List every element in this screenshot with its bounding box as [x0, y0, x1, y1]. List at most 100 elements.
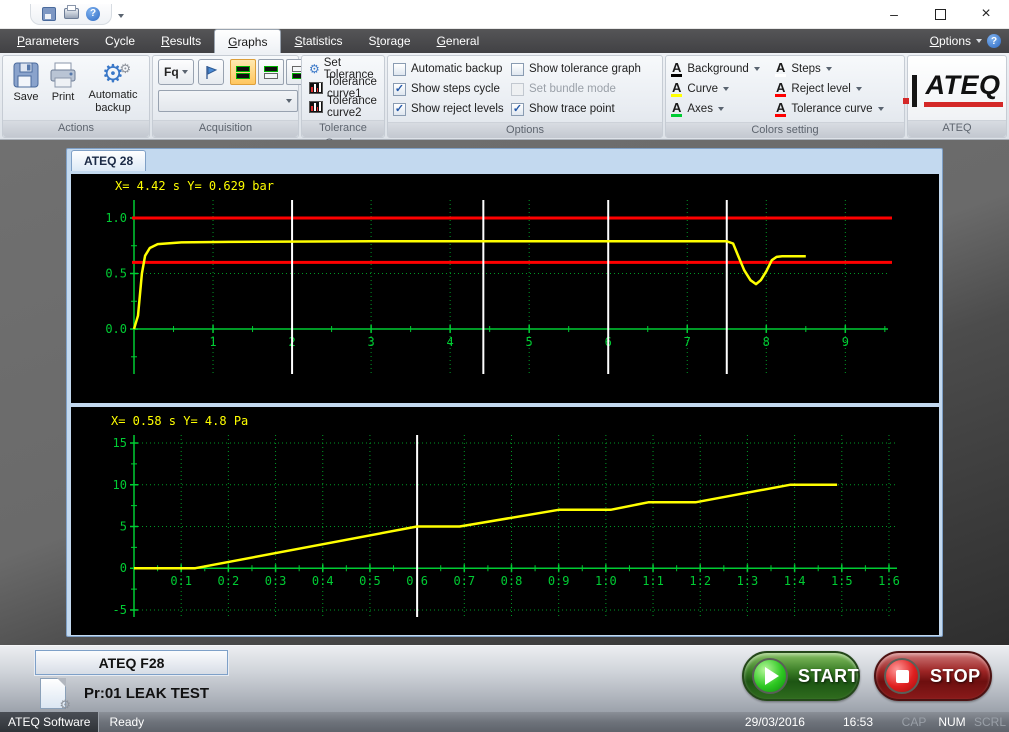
color-setting-tolerance-curve[interactable]: ATolerance curve [775, 101, 901, 118]
tab-cycle[interactable]: Cycle [92, 29, 148, 53]
group-title-colors-setting: Colors setting [666, 122, 904, 138]
qat-customize-caret-icon[interactable] [118, 7, 124, 21]
layout-top-button[interactable] [258, 59, 284, 85]
color-setting-label: Background [687, 63, 748, 75]
svg-text:0:7: 0:7 [453, 574, 475, 588]
layout-both-button[interactable] [230, 59, 256, 85]
ribbon-group-ateq: ATEQ ATEQ [907, 55, 1007, 138]
checkbox-show-reject-levels[interactable]: Show reject levels [393, 103, 511, 116]
help-icon[interactable]: ? [85, 6, 101, 22]
tab-storage[interactable]: Storage [356, 29, 424, 53]
ateq-logo-bar [912, 75, 917, 107]
ateq-logo-text: ATEQ [924, 70, 1003, 107]
checkbox-box[interactable] [511, 103, 524, 116]
color-setting-label: Steps [791, 63, 820, 75]
leak-graph-canvas[interactable]: 0:10:20:30:40:50:60:70:80:91:01:11:21:31… [71, 407, 939, 635]
document-tab[interactable]: ATEQ 28 [71, 150, 146, 171]
window-controls: – × [871, 0, 1009, 28]
fq-button[interactable]: Fq [158, 59, 194, 85]
start-button[interactable]: START [742, 651, 860, 701]
marker-flag-button[interactable] [198, 59, 224, 85]
close-button[interactable]: × [963, 0, 1009, 28]
program-document-icon[interactable] [40, 678, 66, 709]
svg-text:1:5: 1:5 [830, 574, 852, 588]
svg-text:5: 5 [525, 335, 532, 349]
checkbox-box[interactable] [393, 63, 406, 76]
chevron-down-icon [723, 87, 729, 91]
font-color-icon: A [671, 101, 682, 118]
tab-general[interactable]: General [424, 29, 493, 53]
help-icon[interactable]: ? [987, 34, 1001, 48]
group-title-tolerance-graphs: Tolerance Graphs [302, 120, 384, 137]
save-button[interactable]: Save [8, 59, 44, 106]
automatic-backup-label: Automatic backup [85, 89, 141, 114]
checkbox-label: Show trace point [529, 103, 615, 115]
checkbox-box[interactable] [511, 83, 524, 96]
color-setting-background[interactable]: ABackground [671, 61, 775, 78]
color-setting-curve[interactable]: ACurve [671, 81, 775, 98]
stop-button-label: STOP [930, 666, 981, 687]
color-setting-steps[interactable]: ASteps [775, 61, 901, 78]
checkbox-set-bundle-mode[interactable]: Set bundle mode [511, 83, 657, 96]
font-color-icon: A [775, 101, 786, 118]
fq-label: Fq [164, 65, 179, 79]
checkbox-label: Show tolerance graph [529, 63, 641, 75]
svg-text:8: 8 [762, 335, 769, 349]
tab-parameters[interactable]: Parameters [4, 29, 92, 53]
color-setting-axes[interactable]: AAxes [671, 101, 775, 118]
checkbox-box[interactable] [393, 103, 406, 116]
ribbon-tab-bar: ParametersCycleResultsGraphsStatisticsSt… [0, 29, 1009, 53]
checkbox-show-tolerance-graph[interactable]: Show tolerance graph [511, 63, 657, 76]
checkbox-label: Set bundle mode [529, 83, 616, 95]
play-icon [752, 658, 788, 694]
group-title-acquisition: Acquisition [153, 120, 298, 137]
svg-text:10: 10 [112, 478, 126, 492]
checkbox-show-trace-point[interactable]: Show trace point [511, 103, 657, 116]
checkbox-box[interactable] [511, 63, 524, 76]
checkbox-automatic-backup[interactable]: Automatic backup [393, 63, 511, 76]
document-tab-label: ATEQ 28 [84, 154, 133, 168]
save-icon[interactable] [41, 6, 57, 22]
stop-button[interactable]: STOP [874, 651, 992, 701]
minimize-button[interactable]: – [871, 0, 917, 28]
acquisition-combobox[interactable] [158, 90, 298, 112]
options-menu[interactable]: Options ? [930, 29, 1009, 53]
tab-statistics[interactable]: Statistics [281, 29, 355, 53]
footer-bar: ATEQ F28 Pr:01 LEAK TEST START STOP [0, 645, 1009, 712]
tolerance-curve2-button[interactable]: Tolerance curve2 [307, 98, 379, 117]
pressure-graph-canvas[interactable]: 1234567890.00.51.0X= 4.42 s Y= 0.629 bar [71, 174, 939, 403]
automatic-backup-button[interactable]: ⚙⚙ Automatic backup [82, 59, 144, 116]
ribbon-group-actions: Save Print ⚙⚙ Automatic backup Actions [2, 55, 150, 138]
svg-text:3: 3 [367, 335, 374, 349]
svg-text:0:5: 0:5 [359, 574, 381, 588]
tab-graphs[interactable]: Graphs [214, 29, 281, 53]
floppy-disk-icon [11, 61, 41, 89]
print-icon[interactable] [63, 6, 79, 22]
svg-text:-5: -5 [112, 603, 126, 617]
svg-text:0:9: 0:9 [547, 574, 569, 588]
svg-text:1.0: 1.0 [105, 211, 127, 225]
printer-icon [47, 61, 79, 89]
restore-button[interactable] [917, 0, 963, 28]
graph-pane-top [264, 66, 278, 72]
ribbon-group-acquisition: Fq Acquisition [152, 55, 299, 138]
checkbox-label: Automatic backup [411, 63, 502, 75]
group-title-ateq: ATEQ [908, 120, 1006, 137]
checkbox-box[interactable] [393, 83, 406, 96]
font-color-icon: A [671, 81, 682, 98]
svg-text:1:3: 1:3 [736, 574, 758, 588]
indicator-cap: CAP [895, 715, 933, 729]
svg-text:0: 0 [119, 561, 126, 575]
svg-text:1:0: 1:0 [595, 574, 617, 588]
svg-text:5: 5 [119, 520, 126, 534]
chevron-down-icon [976, 39, 982, 43]
color-setting-reject-level[interactable]: AReject level [775, 81, 901, 98]
program-row: Pr:01 LEAK TEST [40, 678, 209, 709]
svg-text:X= 4.42 s Y= 0.629 bar: X= 4.42 s Y= 0.629 bar [115, 179, 274, 193]
svg-text:4: 4 [446, 335, 453, 349]
program-name: Pr:01 LEAK TEST [84, 685, 209, 702]
checkbox-show-steps-cycle[interactable]: Show steps cycle [393, 83, 511, 96]
color-setting-label: Reject level [791, 83, 850, 95]
print-button[interactable]: Print [44, 59, 82, 106]
tab-results[interactable]: Results [148, 29, 214, 53]
